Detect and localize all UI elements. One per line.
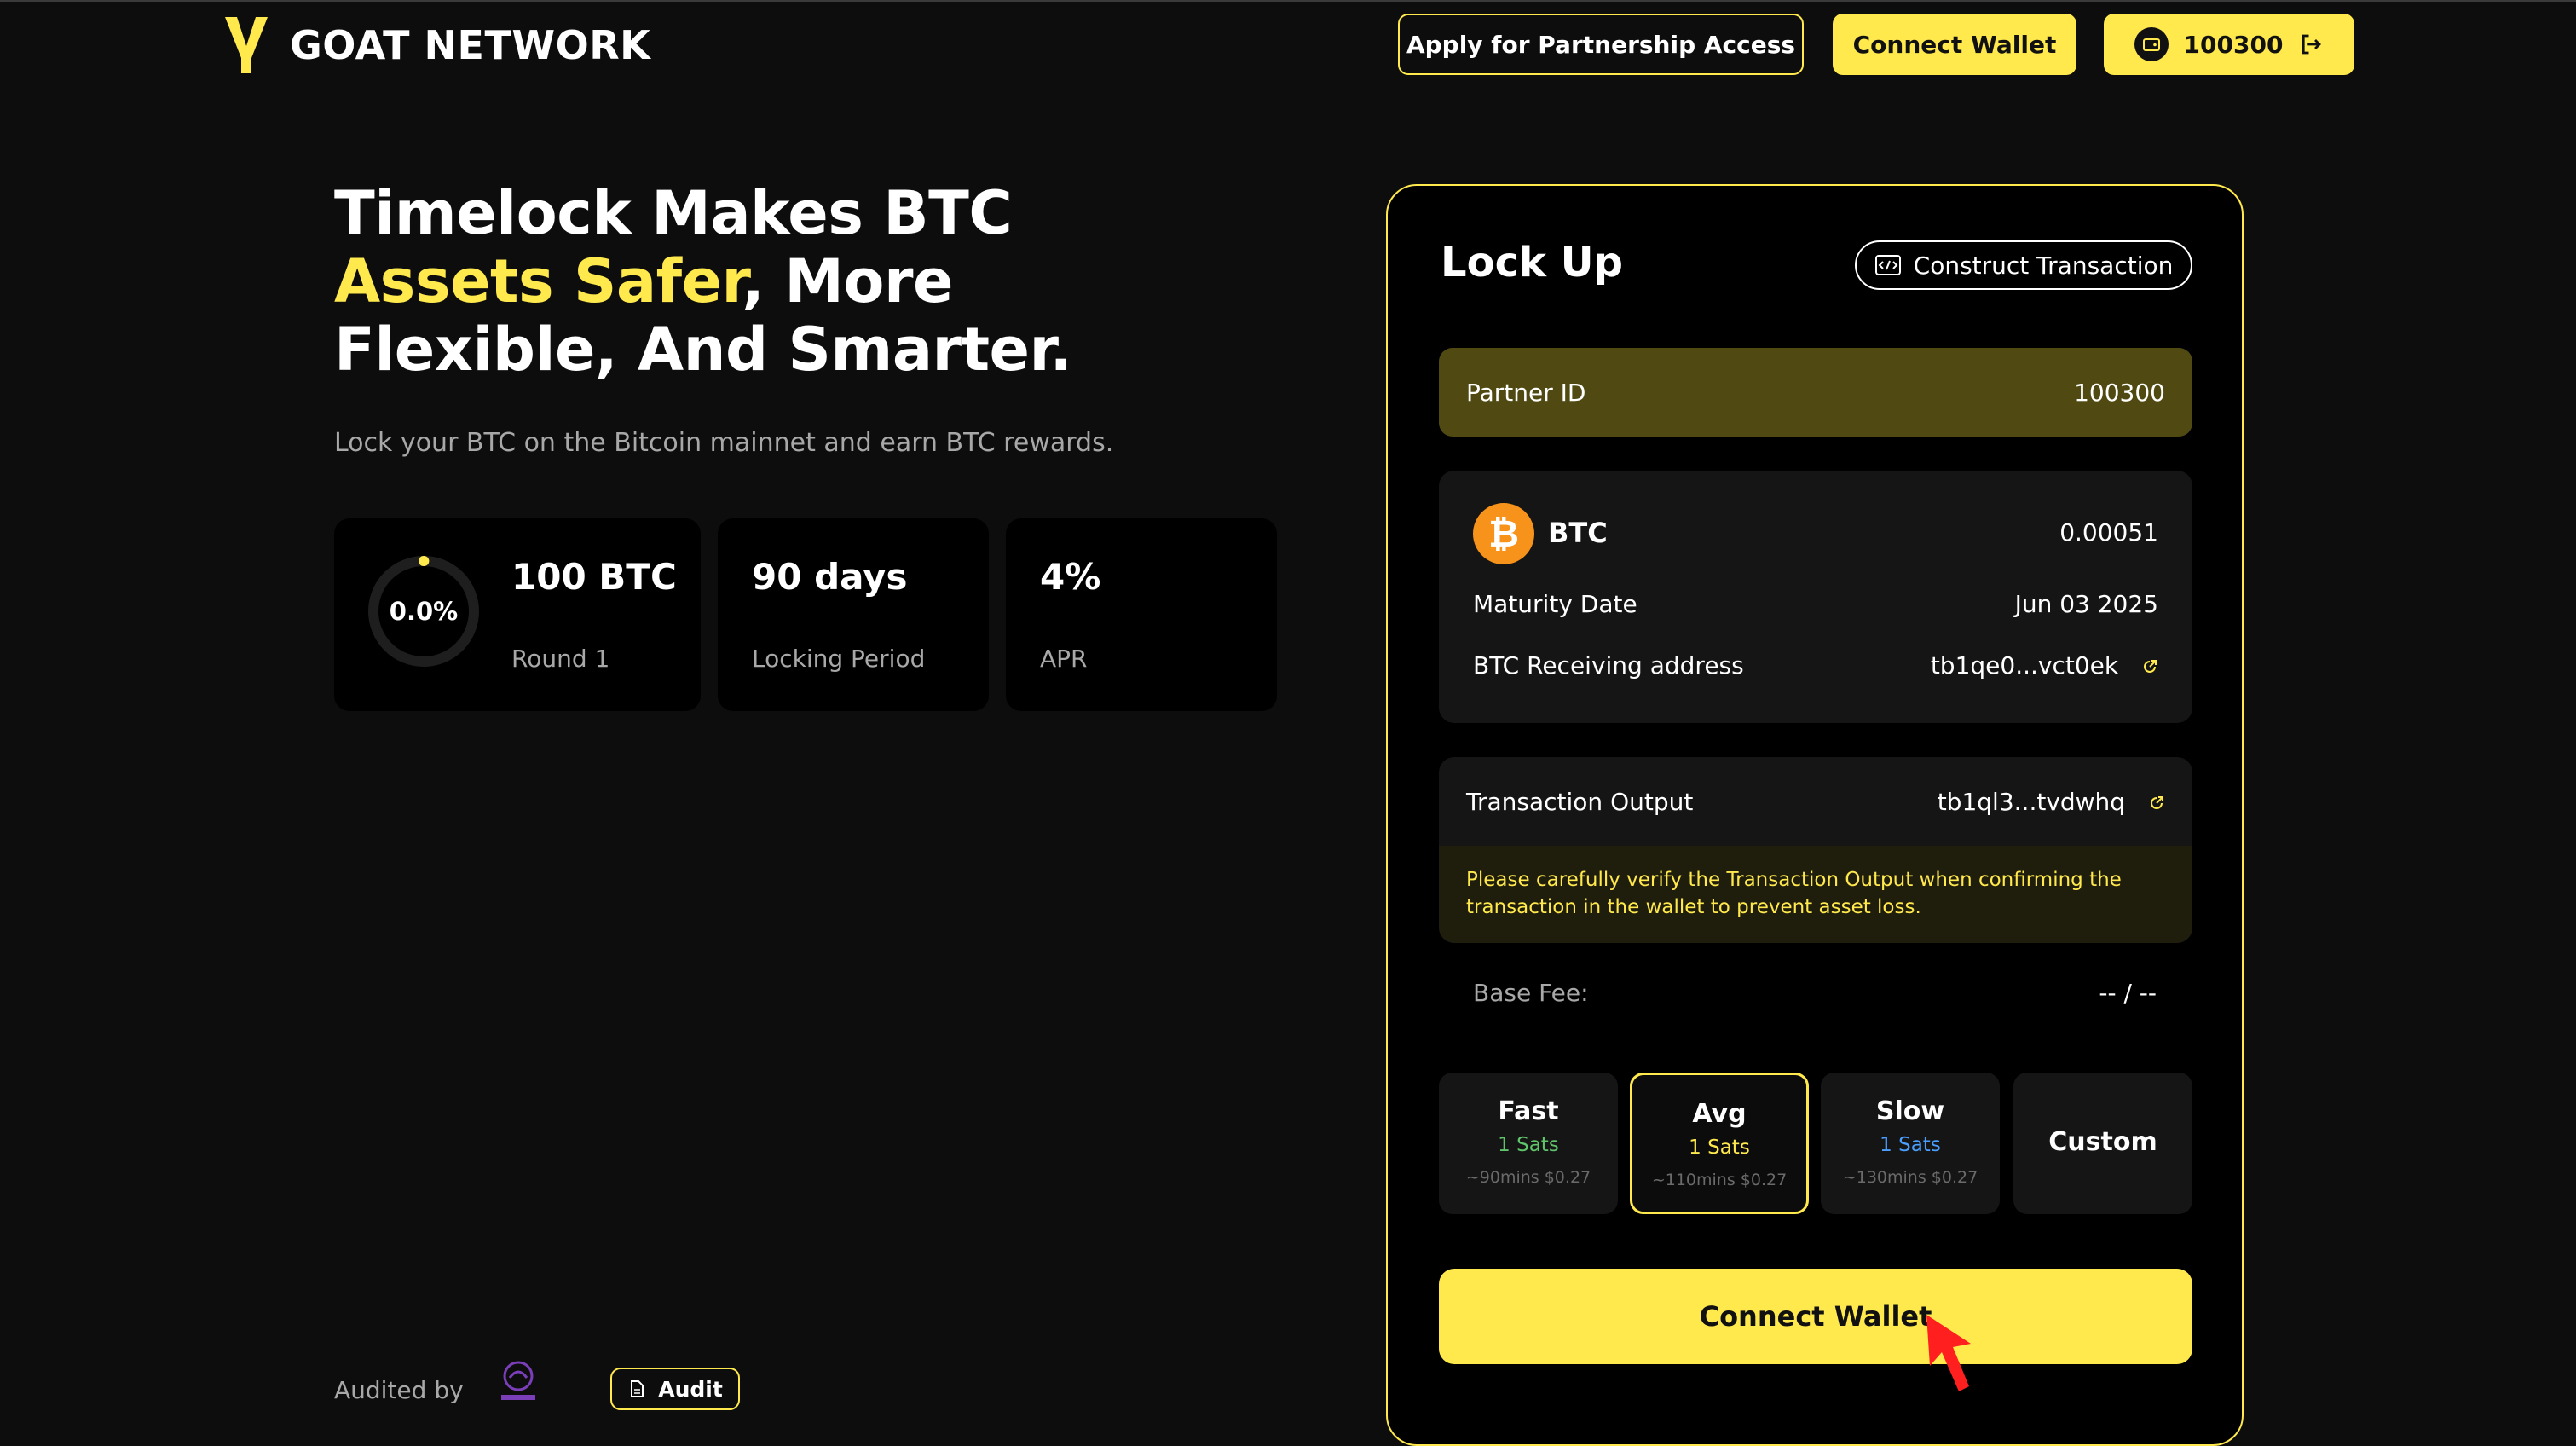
apr-label: APR <box>1040 645 1088 673</box>
transaction-output-label: Transaction Output <box>1466 788 1694 816</box>
hero-title-part1: Timelock Makes BTC <box>334 178 1013 248</box>
maturity-row: Maturity Date Jun 03 2025 <box>1473 590 2158 618</box>
fee-option-estimate: ~130mins $0.27 <box>1842 1168 1978 1187</box>
audited-by-label: Audited by <box>334 1376 464 1404</box>
external-link-icon <box>2144 660 2157 673</box>
fee-option-custom[interactable]: Custom <box>2013 1073 2192 1214</box>
mouse-pointer-icon <box>1926 1315 1971 1391</box>
asset-amount: 0.00051 <box>2059 518 2158 547</box>
audit-button-label: Audit <box>658 1376 723 1402</box>
capacity-stat-card: 0.0% 100 BTC Round 1 <box>334 518 701 711</box>
base-fee-label: Base Fee: <box>1473 979 1589 1007</box>
transaction-output-link[interactable]: tb1ql3...tvdwhq <box>1938 788 2165 816</box>
fee-option-name: Avg <box>1692 1099 1747 1129</box>
apply-partnership-button[interactable]: Apply for Partnership Access <box>1398 14 1804 75</box>
maturity-label: Maturity Date <box>1473 590 1637 618</box>
receiving-address-label: BTC Receiving address <box>1473 651 1744 680</box>
fee-option-estimate: ~110mins $0.27 <box>1651 1171 1788 1189</box>
fee-option-name: Slow <box>1875 1096 1945 1126</box>
maturity-value: Jun 03 2025 <box>2014 590 2158 618</box>
hero-title-highlight: Assets Safer <box>334 246 742 316</box>
apr-value: 4% <box>1040 556 1101 598</box>
transaction-output-row: Transaction Output tb1ql3...tvdwhq <box>1466 788 2165 816</box>
locking-period-card: 90 days Locking Period <box>718 518 989 711</box>
panel-title: Lock Up <box>1441 239 1623 286</box>
locking-period-label: Locking Period <box>752 645 926 673</box>
partner-id-value: 100300 <box>2074 378 2165 407</box>
logout-icon[interactable] <box>2298 32 2324 57</box>
code-icon <box>1874 255 1901 275</box>
verify-warning: Please carefully verify the Transaction … <box>1439 846 2192 943</box>
hero-title: Timelock Makes BTC Assets Safer, More Fl… <box>334 179 1187 384</box>
account-id: 100300 <box>2183 30 2284 59</box>
construct-transaction-button[interactable]: Construct Transaction <box>1855 240 2192 290</box>
external-link-icon <box>2151 796 2163 809</box>
fee-option-sats: 1 Sats <box>1689 1137 1750 1159</box>
fee-option-name: Fast <box>1498 1096 1559 1126</box>
partner-id-row: Partner ID 100300 <box>1439 348 2192 437</box>
bitcoin-icon: ₿ <box>1473 503 1534 564</box>
account-button[interactable]: 100300 <box>2104 14 2354 75</box>
fee-option-name: Custom <box>2048 1127 2157 1157</box>
top-border <box>0 0 2576 2</box>
progress-percentage: 0.0% <box>389 597 459 626</box>
receiving-address-row: BTC Receiving address tb1qe0...vct0ek <box>1473 651 2158 680</box>
lock-info-box: ₿ BTC 0.00051 Maturity Date Jun 03 2025 … <box>1439 471 2192 723</box>
audit-button[interactable]: Audit <box>610 1368 740 1410</box>
connect-wallet-button[interactable]: Connect Wallet <box>1439 1269 2192 1364</box>
apr-card: 4% APR <box>1006 518 1277 711</box>
capacity-value: 100 BTC <box>511 556 677 598</box>
locking-period-value: 90 days <box>752 556 908 598</box>
auditor-logo[interactable] <box>494 1359 542 1403</box>
construct-transaction-label: Construct Transaction <box>1913 251 2174 280</box>
document-icon <box>631 1380 644 1397</box>
round-label: Round 1 <box>511 645 610 673</box>
fee-option-avg[interactable]: Avg 1 Sats ~110mins $0.27 <box>1630 1073 1809 1214</box>
goat-network-logo[interactable]: GOAT NETWORK <box>223 15 650 75</box>
hero-subtitle: Lock your BTC on the Bitcoin mainnet and… <box>334 428 1114 458</box>
fee-option-sats: 1 Sats <box>1880 1134 1941 1156</box>
partner-id-label: Partner ID <box>1466 378 1586 407</box>
fee-option-estimate: ~90mins $0.27 <box>1465 1168 1591 1187</box>
fee-option-fast[interactable]: Fast 1 Sats ~90mins $0.27 <box>1439 1073 1618 1214</box>
receiving-address-link[interactable]: tb1qe0...vct0ek <box>1931 651 2158 680</box>
fee-option-slow[interactable]: Slow 1 Sats ~130mins $0.27 <box>1821 1073 2000 1214</box>
logo-text: GOAT NETWORK <box>290 22 651 68</box>
transaction-output-box: Transaction Output tb1ql3...tvdwhq Pleas… <box>1439 757 2192 943</box>
connect-wallet-header-button[interactable]: Connect Wallet <box>1833 14 2076 75</box>
fee-option-sats: 1 Sats <box>1498 1134 1559 1156</box>
transaction-output-value: tb1ql3...tvdwhq <box>1937 788 2126 816</box>
lock-up-panel: Lock Up Construct Transaction Partner ID… <box>1386 184 2244 1446</box>
asset-name: BTC <box>1548 517 1608 549</box>
receiving-address-value: tb1qe0...vct0ek <box>1930 651 2119 680</box>
wallet-icon <box>2134 27 2169 61</box>
goat-logo-icon <box>225 17 268 73</box>
base-fee-value: -- / -- <box>2099 979 2157 1007</box>
base-fee-row: Base Fee: -- / -- <box>1473 979 2157 1007</box>
